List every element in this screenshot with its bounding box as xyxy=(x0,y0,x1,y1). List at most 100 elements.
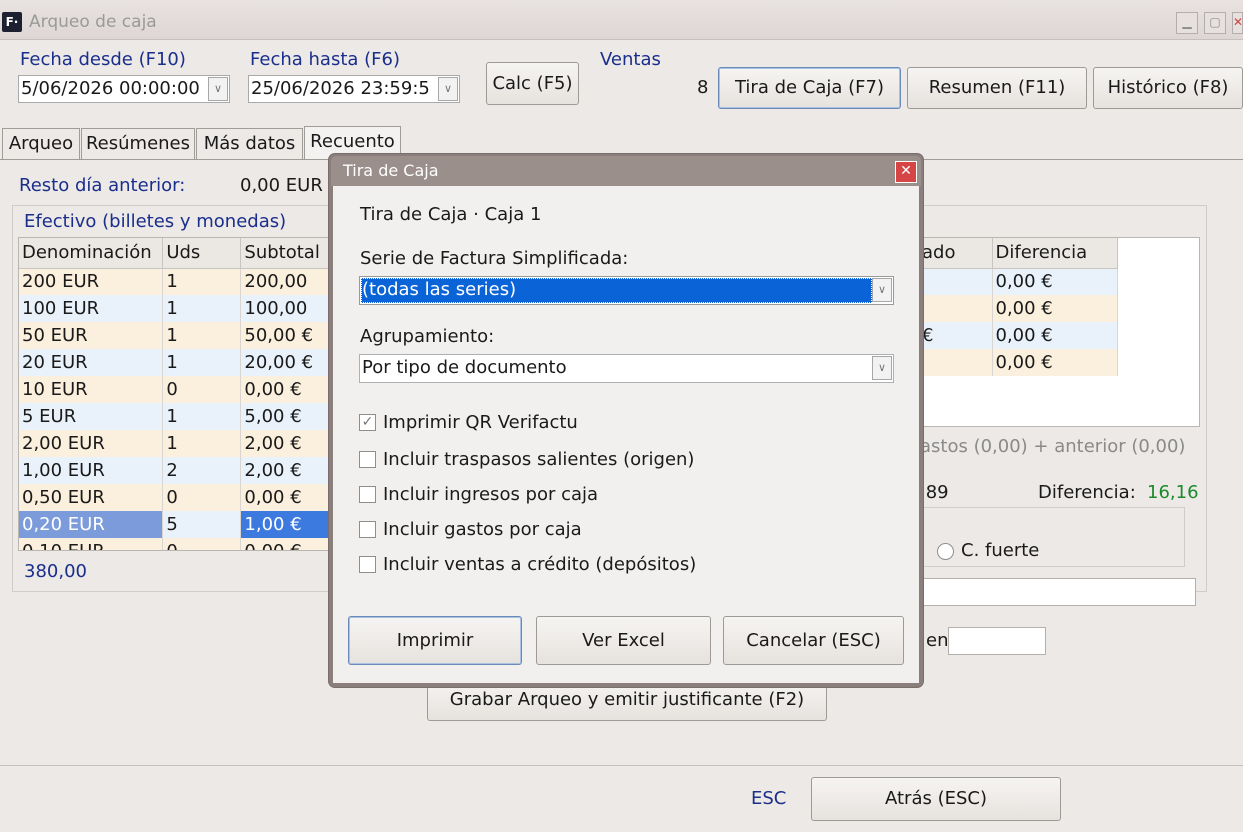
tab-resumenes[interactable]: Resúmenes xyxy=(81,128,195,159)
recuento-table[interactable]: ado Diferencia 0,00 € 0,00 € €0,00 € 0,0… xyxy=(918,237,1200,427)
maximize-icon[interactable]: ▢ xyxy=(1204,12,1226,34)
cell-subtotal: 2,00 € xyxy=(240,430,329,457)
table-row[interactable]: 0,00 € xyxy=(919,295,1118,322)
tab-arqueo[interactable]: Arqueo xyxy=(2,128,80,159)
column-header[interactable]: Subtotal xyxy=(240,238,329,269)
checkbox-imprimir-qr[interactable]: ✓ xyxy=(359,414,376,431)
cell-uds: 0 xyxy=(162,376,242,403)
historico-button[interactable]: Histórico (F8) xyxy=(1093,67,1243,109)
ver-excel-button[interactable]: Ver Excel xyxy=(536,616,711,665)
cancelar-button[interactable]: Cancelar (ESC) xyxy=(723,616,904,665)
close-icon[interactable]: ✕ xyxy=(895,161,917,183)
table-row[interactable]: 50 EUR 1 50,00 € xyxy=(19,322,329,349)
cell-denominacion: 0,20 EUR xyxy=(19,511,164,538)
checkbox-gastos[interactable] xyxy=(359,521,376,538)
tira-de-caja-button[interactable]: Tira de Caja (F7) xyxy=(718,67,901,109)
chevron-down-icon[interactable]: ∨ xyxy=(872,278,892,302)
cell-uds[interactable]: 5 xyxy=(162,511,242,538)
efectivo-table[interactable]: Denominación Uds Subtotal 200 EUR 1 200,00… xyxy=(18,237,330,551)
table-row[interactable]: 5 EUR 1 5,00 € xyxy=(19,403,329,430)
column-header[interactable]: ado xyxy=(919,238,993,269)
column-header[interactable]: Uds xyxy=(162,238,242,269)
table-row[interactable]: 1,00 EUR 2 2,00 € xyxy=(19,457,329,484)
table-row[interactable]: 0,00 € xyxy=(919,268,1118,295)
cell-denominacion: 200 EUR xyxy=(19,268,164,295)
cell-uds: 1 xyxy=(162,430,242,457)
table-row[interactable]: 200 EUR 1 200,00 xyxy=(19,268,329,295)
checkbox-ingresos[interactable] xyxy=(359,486,376,503)
cell-contado xyxy=(919,295,993,322)
cell-subtotal: 0,00 € xyxy=(240,538,329,550)
cell-subtotal: 2,00 € xyxy=(240,457,329,484)
fecha-desde-field[interactable]: 5/06/2026 00:00:00 ∨ xyxy=(18,75,230,103)
dialog-title: Tira de Caja xyxy=(343,161,439,180)
table-row[interactable]: 0,00 € xyxy=(919,349,1118,376)
table-row[interactable]: 0,50 EUR 0 0,00 € xyxy=(19,484,329,511)
cell-uds: 1 xyxy=(162,349,242,376)
tira-de-caja-dialog: Tira de Caja ✕ Tira de Caja · Caja 1 Ser… xyxy=(329,154,923,687)
table-row[interactable]: 100 EUR 1 100,00 xyxy=(19,295,329,322)
cell-denominacion: 5 EUR xyxy=(19,403,164,430)
tab-mas-datos[interactable]: Más datos xyxy=(196,128,303,159)
checkbox-imprimir-qr-label: Imprimir QR Verifactu xyxy=(383,412,578,433)
cell-uds: 1 xyxy=(162,322,242,349)
cell-denominacion: 0,10 EUR xyxy=(19,538,164,550)
destino-group xyxy=(918,507,1185,567)
cell-uds: 1 xyxy=(162,295,242,322)
imprimir-button[interactable]: Imprimir xyxy=(348,616,522,665)
app-icon: F· xyxy=(2,12,22,32)
chevron-down-icon[interactable]: ∨ xyxy=(872,356,892,380)
fecha-desde-value: 5/06/2026 00:00:00 xyxy=(21,78,200,99)
checkbox-ventas-credito[interactable] xyxy=(359,556,376,573)
close-icon[interactable]: ✕ xyxy=(1232,12,1243,34)
atras-button[interactable]: Atrás (ESC) xyxy=(811,777,1061,821)
column-header[interactable]: Diferencia xyxy=(992,238,1118,269)
checkbox-traspasos[interactable] xyxy=(359,451,376,468)
agrupamiento-select[interactable]: Por tipo de documento ∨ xyxy=(359,354,894,383)
minimize-icon[interactable]: ▁ xyxy=(1176,12,1198,34)
radio-c-fuerte[interactable] xyxy=(937,543,954,560)
table-row[interactable]: 20 EUR 1 20,00 € xyxy=(19,349,329,376)
table-row-selected[interactable]: 0,20 EUR 5 1,00 € xyxy=(19,511,329,538)
resumen-button[interactable]: Resumen (F11) xyxy=(907,67,1087,109)
fecha-hasta-value: 25/06/2026 23:59:5 xyxy=(251,78,430,99)
agrupamiento-label: Agrupamiento: xyxy=(360,326,495,347)
cell-subtotal: 0,00 € xyxy=(240,376,329,403)
table-row[interactable]: 0,10 EUR00,00 € xyxy=(19,538,329,550)
cell-diferencia: 0,00 € xyxy=(992,349,1118,376)
chevron-down-icon[interactable]: ∨ xyxy=(438,77,458,101)
cell-diferencia: 0,00 € xyxy=(992,268,1118,295)
cell-contado xyxy=(919,268,993,295)
table-row[interactable]: 10 EUR 0 0,00 € xyxy=(19,376,329,403)
table-row[interactable]: €0,00 € xyxy=(919,322,1118,349)
cell-denominacion: 50 EUR xyxy=(19,322,164,349)
chevron-down-icon[interactable]: ∨ xyxy=(208,77,228,101)
cell-subtotal: 5,00 € xyxy=(240,403,329,430)
fecha-hasta-field[interactable]: 25/06/2026 23:59:5 ∨ xyxy=(248,75,460,103)
table-header: ado Diferencia xyxy=(919,238,1118,269)
table-header: Denominación Uds Subtotal xyxy=(19,238,329,269)
serie-select[interactable]: (todas las series) ∨ xyxy=(359,276,894,305)
cell-diferencia: 0,00 € xyxy=(992,295,1118,322)
title-bar: F· Arqueo de caja ▁ ▢ ✕ xyxy=(0,0,1243,40)
radio-c-fuerte-label: C. fuerte xyxy=(961,540,1040,561)
en-field[interactable] xyxy=(948,627,1046,655)
cell-denominacion: 0,50 EUR xyxy=(19,484,164,511)
cell-uds: 1 xyxy=(162,403,242,430)
cell-uds: 0 xyxy=(162,484,242,511)
cell-subtotal: 20,00 € xyxy=(240,349,329,376)
efectivo-title: Efectivo (billetes y monedas) xyxy=(24,211,287,232)
footer-divider xyxy=(0,765,1243,766)
cell-denominacion: 100 EUR xyxy=(19,295,164,322)
dialog-heading: Tira de Caja · Caja 1 xyxy=(360,204,542,225)
cell-contado: € xyxy=(919,322,993,349)
cell-denominacion: 10 EUR xyxy=(19,376,164,403)
checkbox-ventas-credito-label: Incluir ventas a crédito (depósitos) xyxy=(383,554,697,575)
cell-subtotal: 0,00 € xyxy=(240,484,329,511)
notes-field[interactable] xyxy=(918,578,1196,606)
calc-button[interactable]: Calc (F5) xyxy=(486,62,579,105)
total-amount: ,89 xyxy=(920,482,949,503)
table-row[interactable]: 2,00 EUR 1 2,00 € xyxy=(19,430,329,457)
cell-subtotal: 50,00 € xyxy=(240,322,329,349)
column-header[interactable]: Denominación xyxy=(19,238,164,269)
